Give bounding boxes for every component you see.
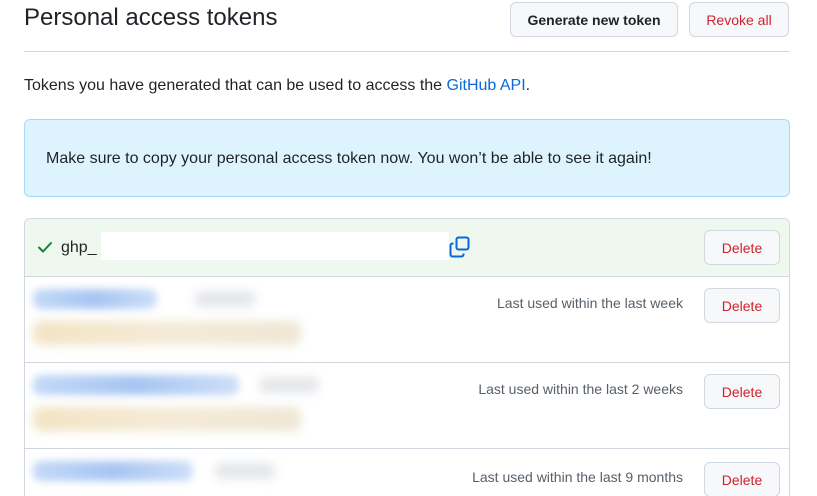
delete-token-button[interactable]: Delete	[704, 462, 780, 496]
copy-token-message: Make sure to copy your personal access t…	[46, 150, 652, 167]
page-title: Personal access tokens	[24, 4, 278, 31]
generate-new-token-button[interactable]: Generate new token	[510, 2, 678, 37]
revoke-all-button[interactable]: Revoke all	[689, 2, 789, 37]
delete-token-button[interactable]: Delete	[704, 374, 780, 409]
redacted-token-meta	[215, 463, 275, 479]
description-text: Tokens you have generated that can be us…	[24, 77, 447, 94]
token-row: Last used within the last 9 months Delet…	[25, 449, 789, 496]
delete-token-button[interactable]: Delete	[704, 230, 780, 265]
page-header: Personal access tokens Generate new toke…	[24, 0, 790, 52]
token-prefix: ghp_	[61, 239, 97, 256]
last-used-text: Last used within the last 2 weeks	[478, 381, 683, 397]
tokens-description: Tokens you have generated that can be us…	[24, 77, 530, 95]
check-icon	[38, 242, 52, 253]
redacted-token-name	[33, 289, 157, 309]
redacted-token-name	[33, 461, 193, 481]
new-token-row: ghp_ Delete	[25, 219, 789, 277]
token-value[interactable]	[101, 232, 449, 260]
token-row: Last used within the last 2 weeks Delete	[25, 363, 789, 449]
token-list: ghp_ Delete Last used within the last we…	[24, 218, 790, 496]
copy-icon[interactable]	[449, 236, 471, 258]
copy-token-notice: Make sure to copy your personal access t…	[24, 119, 790, 197]
description-suffix: .	[525, 77, 531, 94]
redacted-token-meta	[195, 291, 255, 307]
token-row: Last used within the last week Delete	[25, 277, 789, 363]
last-used-text: Last used within the last week	[497, 295, 683, 311]
last-used-text: Last used within the last 9 months	[472, 469, 683, 485]
redacted-token-name	[33, 375, 239, 395]
redacted-token-scopes	[33, 407, 301, 431]
redacted-token-scopes	[33, 321, 301, 345]
redacted-token-meta	[259, 377, 319, 393]
github-api-link[interactable]: GitHub API	[447, 77, 526, 94]
delete-token-button[interactable]: Delete	[704, 288, 780, 323]
